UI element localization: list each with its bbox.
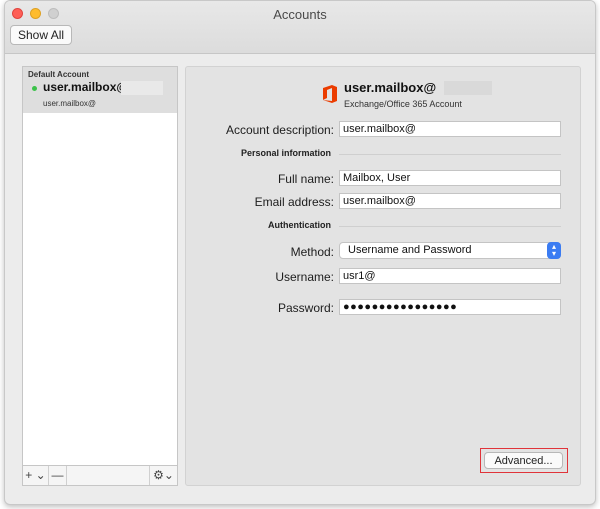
divider [339,154,561,155]
account-display-name: user.mailbox@ [344,80,437,95]
gear-icon[interactable]: ⚙⌄ [149,466,177,485]
email-field[interactable]: user.mailbox@ [339,193,561,209]
personal-info-heading: Personal information [241,148,332,158]
full-name-field[interactable]: Mailbox, User [339,170,561,186]
account-list-name: user.mailbox@ [43,80,129,94]
username-field[interactable]: usr1@ [339,268,561,284]
accounts-window: Accounts Show All Default Account user.m… [4,0,596,505]
add-account-button[interactable]: + ⌄ [23,466,49,485]
window-title: Accounts [273,7,327,22]
account-details-panel: user.mailbox@ Exchange/Office 365 Accoun… [185,66,581,486]
account-list-item[interactable]: Default Account user.mailbox@ user.mailb… [23,67,177,113]
description-field[interactable]: user.mailbox@ [339,121,561,137]
method-label: Method: [290,245,334,259]
show-all-button[interactable]: Show All [10,25,73,45]
method-select[interactable]: Username and Password ▴ ▾ [339,242,561,259]
username-label: Username: [275,270,334,284]
full-name-label: Full name: [277,172,334,186]
advanced-button[interactable]: Advanced... [484,452,563,469]
office-365-icon [323,85,337,103]
authentication-heading: Authentication [268,220,331,230]
description-label: Account description: [225,123,334,137]
remove-account-button[interactable]: — [49,466,67,485]
account-list: Default Account user.mailbox@ user.mailb… [22,66,178,486]
method-select-value: Username and Password [348,244,472,256]
email-label: Email address: [254,195,334,209]
title-bar: Accounts Show All [5,1,595,54]
account-list-email: user.mailbox@ [43,99,97,108]
chevron-updown-icon: ▴ ▾ [547,242,561,259]
account-type: Exchange/Office 365 Account [344,99,462,109]
online-status-icon [32,86,37,91]
redacted-area [444,81,492,95]
redacted-area [121,81,163,95]
list-toolbar: + ⌄ — ⚙⌄ [23,465,177,485]
password-field[interactable]: ●●●●●●●●●●●●●●●● [339,299,561,315]
divider [339,226,561,227]
default-account-header: Default Account [28,70,90,79]
password-label: Password: [277,301,334,315]
